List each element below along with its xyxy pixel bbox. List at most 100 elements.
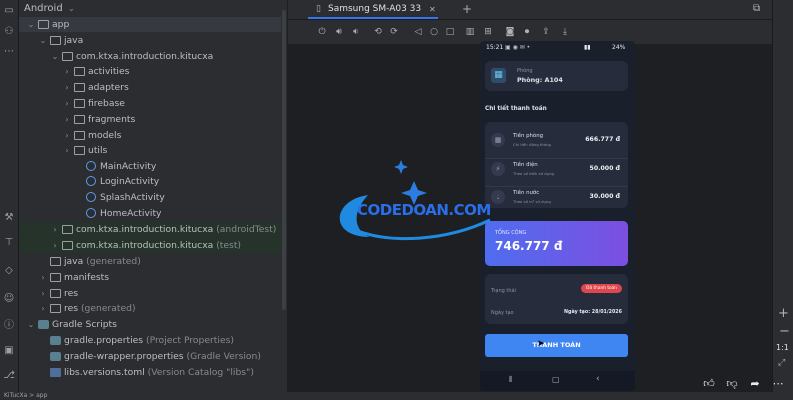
back-button-icon[interactable]: ‹	[596, 374, 600, 384]
class-icon	[86, 161, 96, 171]
tab-running-device[interactable]: ▯ Samsung SM-A03 33 ✕	[308, 0, 438, 19]
chevron-right-icon[interactable]: ›	[62, 143, 72, 158]
file-icon	[38, 320, 49, 329]
tree-item-suffix: (Version Catalog "libs")	[147, 367, 254, 378]
power-icon[interactable]: ⏻	[316, 26, 328, 38]
chevron-down-icon[interactable]: ⌄	[50, 49, 60, 64]
chevron-right-icon[interactable]: ›	[38, 286, 48, 301]
tree-item[interactable]: gradle-wrapper.properties (Gradle Versio…	[19, 349, 281, 364]
tree-item[interactable]: › res	[19, 286, 281, 301]
chevron-down-icon[interactable]: ⌄	[38, 33, 48, 48]
add-tab-icon[interactable]: +	[462, 2, 472, 16]
tree-item-label: fragments	[88, 114, 136, 125]
record-icon[interactable]: ⏺	[521, 26, 533, 38]
project-view-selector[interactable]: Android	[24, 0, 63, 17]
fold-icon[interactable]: ▥	[464, 26, 476, 38]
tree-item[interactable]: › res (generated)	[19, 301, 281, 316]
chevron-right-icon[interactable]: ›	[62, 112, 72, 127]
tree-item[interactable]: › firebase	[19, 96, 281, 111]
pay-button[interactable]: THANH TOÁN	[485, 334, 628, 357]
tree-item[interactable]: ⌄ Gradle Scripts	[19, 317, 281, 332]
like-icon[interactable]: 👍︎	[702, 377, 716, 391]
device-screen[interactable]: 15:21 ▣ ◉ ✉ • ▮▮ 24% ▦ Phòng Phòng: A104…	[480, 41, 635, 391]
tree-item[interactable]: › activities	[19, 64, 281, 79]
overview-icon[interactable]: □	[444, 26, 456, 38]
chevron-right-icon[interactable]: ›	[38, 301, 48, 316]
problems-icon[interactable]: ⓘ	[3, 320, 15, 332]
tree-item[interactable]: › com.ktxa.introduction.kitucxa (test)	[19, 238, 281, 253]
close-icon[interactable]: ✕	[429, 0, 436, 19]
logcat-icon[interactable]: ☺	[3, 293, 15, 305]
chevron-right-icon[interactable]: ›	[62, 128, 72, 143]
more-icon[interactable]: ⋯	[3, 46, 15, 58]
git-icon[interactable]: ◇	[3, 265, 15, 277]
home-button-icon[interactable]: ▢	[552, 375, 560, 384]
tree-item[interactable]: LoginActivity	[19, 174, 281, 189]
extended-controls-icon[interactable]: ⊞	[482, 26, 494, 38]
tree-item[interactable]: ⌄ java	[19, 33, 281, 48]
tree-item[interactable]: ⌄ com.ktxa.introduction.kitucxa	[19, 49, 281, 64]
recents-icon[interactable]: ⦀	[509, 375, 513, 385]
zoom-out-icon[interactable]: −	[779, 324, 790, 339]
chevron-right-icon[interactable]: ›	[62, 64, 72, 79]
tree-item[interactable]: ⌄ app	[19, 17, 281, 32]
fit-screen-icon[interactable]: ⤢	[778, 358, 785, 368]
folder-icon	[74, 115, 85, 124]
volume-up-icon[interactable]: 🔊︎	[333, 26, 345, 38]
tree-item-suffix: (Gradle Version)	[186, 351, 261, 362]
rotate-left-icon[interactable]: ⟲	[372, 26, 384, 38]
structure-icon[interactable]: ⚇	[3, 26, 15, 38]
tree-item-label: res	[64, 288, 79, 299]
tree-item[interactable]: › models	[19, 128, 281, 143]
dislike-icon[interactable]: 👎︎	[725, 377, 739, 391]
terminal-window-icon[interactable]: ▣	[3, 345, 15, 357]
chevron-right-icon[interactable]: ›	[50, 222, 60, 237]
tree-item[interactable]: libs.versions.toml (Version Catalog "lib…	[19, 365, 281, 380]
tree-item[interactable]: › adapters	[19, 80, 281, 95]
chevron-down-icon[interactable]: ⌄	[26, 17, 36, 32]
folder-icon	[74, 83, 85, 92]
chevron-right-icon[interactable]: ›	[62, 96, 72, 111]
terminal-icon[interactable]: ⊤	[3, 237, 15, 249]
breadcrumb[interactable]: KiTucXa > app	[4, 392, 47, 400]
tree-item[interactable]: › com.ktxa.introduction.kitucxa (androidT…	[19, 222, 281, 237]
tree-item[interactable]: › utils	[19, 143, 281, 158]
folder-icon	[50, 273, 61, 282]
tree-item-label: gradle.properties	[64, 335, 144, 346]
more-reactions-icon[interactable]: ⋯	[771, 377, 785, 391]
scrollbar[interactable]	[282, 10, 286, 310]
tree-item[interactable]: gradle.properties (Project Properties)	[19, 333, 281, 348]
chevron-right-icon[interactable]: ›	[50, 238, 60, 253]
total-card: TỔNG CỘNG 746.777 đ	[485, 221, 628, 266]
external-icon[interactable]: ⧉	[753, 3, 760, 14]
tree-item[interactable]: › manifests	[19, 270, 281, 285]
tree-item[interactable]: › fragments	[19, 112, 281, 127]
rotate-right-icon[interactable]: ⟳	[388, 26, 400, 38]
share-arrow-icon[interactable]: ➦	[748, 377, 762, 391]
build-icon[interactable]: ⚒	[3, 212, 15, 224]
tree-item[interactable]: HomeActivity	[19, 206, 281, 221]
tree-item[interactable]: MainActivity	[19, 159, 281, 174]
version-control-icon[interactable]: ⎇	[3, 370, 15, 382]
tree-item-suffix: (androidTest)	[216, 224, 277, 235]
share-icon[interactable]: ⇪	[540, 26, 552, 38]
chevron-down-icon[interactable]: ⌄	[26, 317, 36, 332]
fee-row: 💧︎ Tiền nước Theo số m³ sử dụng 30.000 đ	[485, 186, 628, 211]
home-icon[interactable]: ○	[428, 26, 440, 38]
status-bar: 15:21 ▣ ◉ ✉ • ▮▮ 24%	[480, 41, 635, 55]
chevron-down-icon[interactable]: ⌄	[68, 0, 75, 17]
tree-item[interactable]: java (generated)	[19, 254, 281, 269]
chevron-right-icon[interactable]: ›	[62, 80, 72, 95]
tree-item-label: models	[88, 130, 122, 141]
volume-down-icon[interactable]: 🔉︎	[350, 26, 362, 38]
download-icon[interactable]: ⤓	[559, 26, 571, 38]
tree-item[interactable]: SplashActivity	[19, 190, 281, 205]
chevron-right-icon[interactable]: ›	[38, 270, 48, 285]
zoom-in-icon[interactable]: +	[778, 306, 789, 321]
fee-amount: 666.777 đ	[585, 136, 620, 143]
zoom-actual-size[interactable]: 1:1	[776, 343, 789, 352]
back-icon[interactable]: ◁	[412, 26, 424, 38]
folder-icon[interactable]: ▭	[3, 5, 15, 17]
folder-icon	[50, 304, 61, 313]
camera-icon[interactable]: ◙	[504, 26, 516, 38]
